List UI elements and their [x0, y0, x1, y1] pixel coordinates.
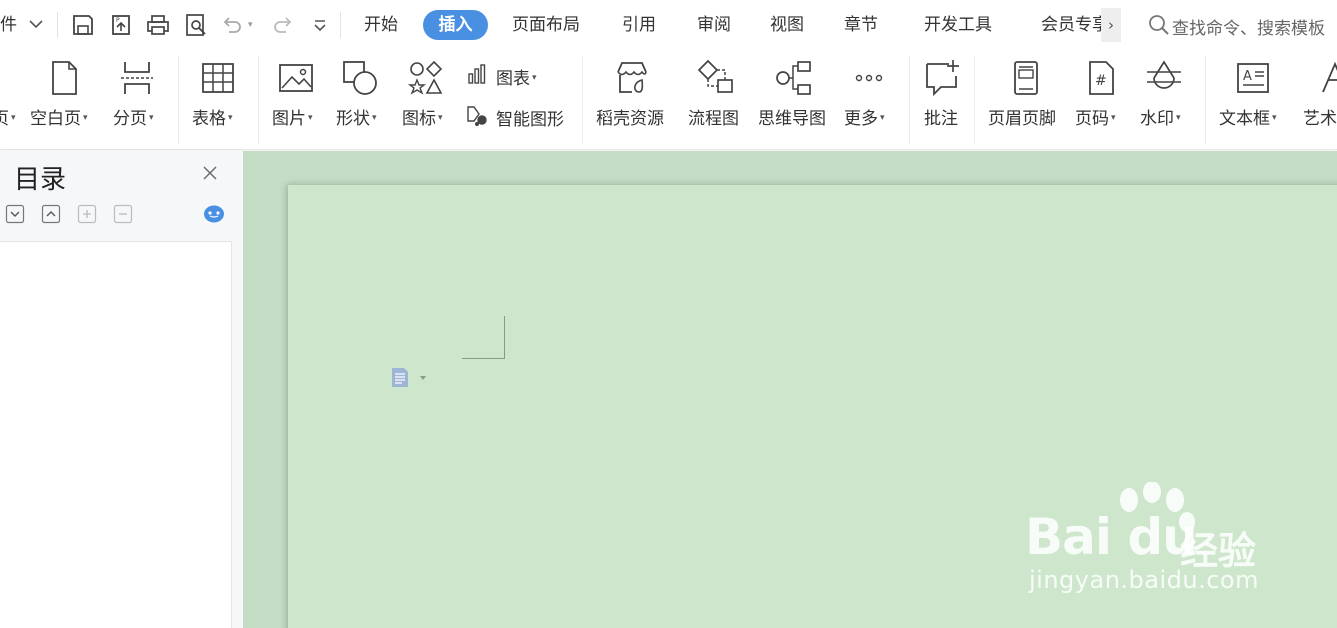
comment-button[interactable]: 批注: [922, 50, 966, 150]
ribbon-toolbar: 页 ▾ 空白页 ▾ 分页 ▾ 表格 ▾ 图片 ▾ 形状 ▾ 图标 ▾ 图表 ▾ …: [0, 50, 1337, 150]
table-icon: [198, 58, 238, 98]
header-footer-button[interactable]: 页眉页脚: [988, 50, 1064, 150]
bar-chart-icon: [465, 62, 489, 86]
smart-art-icon: [465, 103, 489, 127]
more-dots-icon: [850, 58, 890, 98]
separator: [57, 12, 58, 38]
save-icon[interactable]: [70, 12, 96, 38]
tab-sections[interactable]: 章节: [844, 14, 878, 36]
wordart-button[interactable]: 艺术: [1303, 50, 1337, 150]
separator: [1205, 56, 1206, 144]
page-number-icon: #: [1081, 58, 1121, 98]
watermark-icon: [1144, 58, 1184, 98]
flowchart-button[interactable]: 流程图: [688, 50, 746, 150]
search-icon[interactable]: [1147, 13, 1171, 37]
cover-page-label[interactable]: 页 ▾: [0, 104, 16, 129]
menu-bar: 件 P ▾ 开始 插入 页面布局 引用 审阅 视图 章节 开发工具 会员专享 ›…: [0, 0, 1337, 50]
svg-text:#: #: [1095, 73, 1107, 89]
separator: [582, 56, 583, 144]
svg-text:A: A: [1243, 69, 1252, 84]
tab-references[interactable]: 引用: [622, 14, 656, 36]
textbox-button[interactable]: A 文本框 ▾: [1219, 50, 1289, 150]
wordart-icon: [1317, 58, 1337, 98]
close-icon[interactable]: [200, 163, 220, 183]
print-icon[interactable]: [145, 12, 171, 38]
more-button[interactable]: 更多 ▾: [844, 50, 900, 150]
tab-page-layout[interactable]: 页面布局: [512, 14, 580, 36]
tab-home[interactable]: 开始: [364, 14, 398, 36]
separator: [974, 56, 975, 144]
print-preview-icon[interactable]: [183, 12, 209, 38]
blank-page-icon: [44, 58, 84, 98]
file-menu[interactable]: 件: [0, 14, 17, 36]
undo-icon[interactable]: [219, 12, 245, 38]
search-input[interactable]: 查找命令、搜索模板: [1172, 14, 1325, 39]
smart-art-button[interactable]: 智能图形: [465, 102, 575, 130]
watermark-logo-text: Bai du: [1025, 508, 1198, 566]
docer-resources-button[interactable]: 稻壳资源: [596, 50, 670, 150]
baidu-jingyan-watermark: Bai du 经验 jingyan.baidu.com: [1025, 482, 1325, 604]
shape-button[interactable]: 形状 ▾: [336, 50, 388, 150]
page-break-icon: [117, 58, 157, 98]
redo-icon[interactable]: [270, 12, 296, 38]
tab-insert[interactable]: 插入: [423, 10, 488, 40]
margin-corner-marker: [462, 316, 505, 359]
toc-list[interactable]: [0, 241, 232, 628]
separator: [909, 56, 910, 144]
watermark-url-text: jingyan.baidu.com: [1029, 566, 1259, 594]
separator: [340, 12, 341, 38]
tab-review[interactable]: 审阅: [697, 14, 731, 36]
page-number-button[interactable]: # 页码 ▾: [1075, 50, 1127, 150]
page-break-button[interactable]: 分页 ▾: [113, 50, 165, 150]
header-footer-icon: [1006, 58, 1046, 98]
shape-icon: [340, 58, 380, 98]
export-pdf-icon[interactable]: P: [108, 12, 134, 38]
separator: [178, 56, 179, 144]
undo-dropdown-icon[interactable]: ▾: [248, 20, 253, 30]
smart-toc-icon[interactable]: [203, 204, 225, 224]
paste-options-icon[interactable]: [390, 366, 430, 388]
mindmap-icon: [774, 58, 814, 98]
svg-text:P: P: [116, 17, 120, 24]
tab-developer[interactable]: 开发工具: [924, 14, 992, 36]
textbox-icon: A: [1233, 58, 1273, 98]
toc-title: 目录: [14, 165, 67, 195]
icons-button[interactable]: 图标 ▾: [402, 50, 454, 150]
chart-button[interactable]: 图表 ▾: [465, 62, 555, 90]
icon-library-icon: [406, 58, 446, 98]
blank-page-button[interactable]: 空白页 ▾: [30, 50, 100, 150]
resource-store-icon: [612, 58, 652, 98]
add-level-icon[interactable]: [77, 204, 97, 224]
more-tabs-button[interactable]: ›: [1101, 8, 1121, 42]
picture-icon: [276, 58, 316, 98]
tab-member[interactable]: 会员专享: [1041, 14, 1105, 36]
mindmap-button[interactable]: 思维导图: [758, 50, 834, 150]
expand-down-icon[interactable]: [5, 204, 25, 224]
flowchart-icon: [696, 58, 736, 98]
remove-level-icon[interactable]: [113, 204, 133, 224]
watermark-button[interactable]: 水印 ▾: [1140, 50, 1192, 150]
separator: [258, 56, 259, 144]
chevron-down-icon[interactable]: [28, 16, 44, 32]
table-button[interactable]: 表格 ▾: [192, 50, 248, 150]
collapse-up-icon[interactable]: [41, 204, 61, 224]
picture-button[interactable]: 图片 ▾: [272, 50, 324, 150]
customize-toolbar-icon[interactable]: [310, 15, 330, 35]
tab-view[interactable]: 视图: [770, 14, 804, 36]
toc-panel: 目录: [0, 151, 243, 628]
comment-icon: [922, 58, 962, 98]
